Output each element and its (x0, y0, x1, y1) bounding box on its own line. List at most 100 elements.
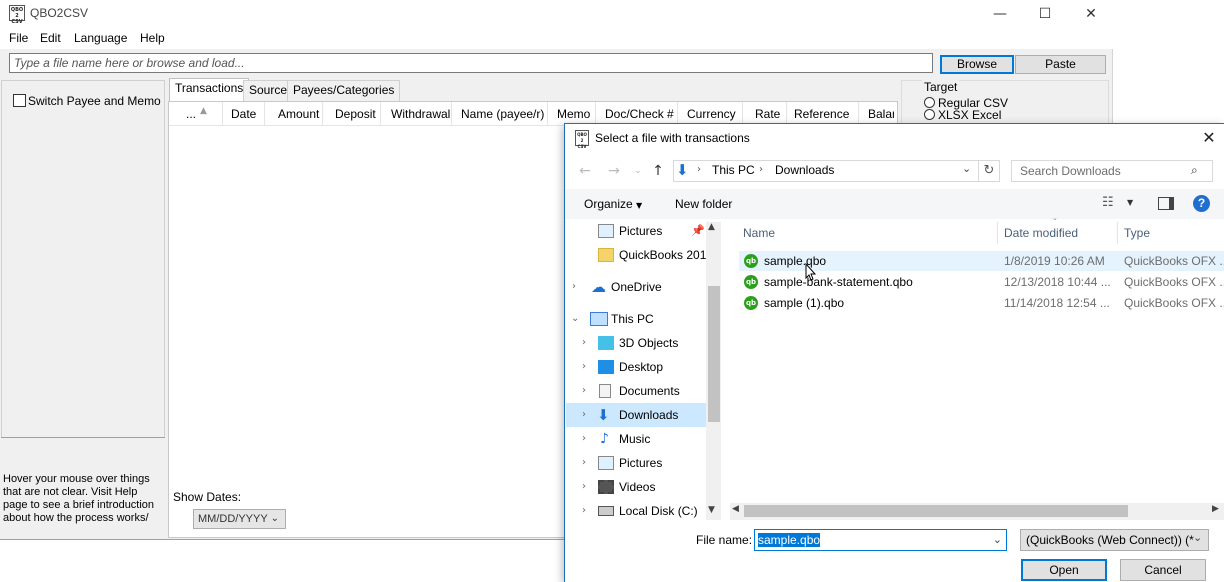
address-dropdown-icon[interactable]: ⌄ (962, 162, 971, 175)
expand-chevron-icon[interactable]: › (582, 499, 586, 520)
nav-item-videos[interactable]: › Videos (566, 475, 706, 499)
expand-chevron-icon[interactable]: › (582, 475, 586, 499)
h-scroll-thumb[interactable] (744, 505, 1128, 517)
menu-file[interactable]: File (9, 31, 28, 45)
expand-chevron-icon[interactable]: › (582, 451, 586, 475)
search-input[interactable]: Search Downloads (1011, 160, 1213, 182)
nav-item-onedrive[interactable]: › ☁ OneDrive (566, 275, 706, 299)
scroll-left-icon[interactable]: ◀ (732, 504, 739, 514)
column-header-currency[interactable]: Currency (687, 107, 736, 121)
menu-language[interactable]: Language (74, 31, 127, 45)
nav-item-documents[interactable]: › Documents (566, 379, 706, 403)
up-arrow-icon[interactable]: ↑ (648, 161, 668, 181)
scroll-right-icon[interactable]: ▶ (1212, 504, 1219, 514)
qbo-file-icon: qb (744, 296, 758, 310)
file-type-filter-select[interactable]: (QuickBooks (Web Connect)) (* (1020, 529, 1209, 551)
chevron-down-icon[interactable]: ⌄ (993, 530, 1002, 550)
help-icon[interactable]: ? (1193, 195, 1210, 212)
menu-help[interactable]: Help (140, 31, 165, 45)
tab-source[interactable]: Source (243, 80, 294, 101)
tab-transactions[interactable]: Transactions (169, 78, 250, 102)
cloud-icon: ☁ (591, 278, 606, 296)
xlsx-excel-radio[interactable] (924, 109, 935, 120)
nav-item-label: This PC (611, 312, 654, 326)
column-header-select[interactable]: ... (186, 107, 196, 121)
column-header-date[interactable]: Date (231, 107, 256, 121)
nav-item-music[interactable]: › ♪ Music (566, 427, 706, 451)
minimize-button[interactable]: — (977, 0, 1023, 28)
date-format-value: MM/DD/YYYY (198, 513, 268, 525)
preview-pane-icon[interactable] (1158, 197, 1174, 210)
column-header-reference[interactable]: Reference (794, 107, 849, 121)
new-folder-button[interactable]: New folder (675, 197, 732, 211)
file-name: sample-bank-statement.qbo (764, 275, 913, 289)
regular-csv-radio[interactable] (924, 97, 935, 108)
nav-item-local-disk[interactable]: › Local Disk (C:) (566, 499, 706, 520)
mouse-cursor-icon (805, 263, 817, 281)
switch-payee-memo-label: Switch Payee and Memo (28, 94, 161, 108)
column-header-memo[interactable]: Memo (557, 107, 590, 121)
column-header-date-modified[interactable]: Date modified (1004, 226, 1078, 240)
recent-locations-chevron-icon[interactable]: ⌄ (628, 161, 648, 181)
menu-edit[interactable]: Edit (40, 31, 61, 45)
cancel-button[interactable]: Cancel (1120, 559, 1206, 581)
breadcrumb-downloads[interactable]: Downloads (775, 163, 834, 177)
view-options-icon[interactable]: ☷ (1102, 195, 1114, 210)
nav-item-label: Desktop (619, 360, 664, 374)
column-header-withdrawal[interactable]: Withdrawal (391, 107, 450, 121)
open-button[interactable]: Open (1021, 559, 1107, 581)
column-header-doc-check[interactable]: Doc/Check # (605, 107, 674, 121)
scroll-up-icon[interactable]: ▲ (708, 222, 715, 232)
disk-icon (598, 506, 614, 516)
column-header-type[interactable]: Type (1124, 226, 1150, 240)
column-header-amount[interactable]: Amount (278, 107, 319, 121)
nav-item-downloads[interactable]: › ⬇ Downloads (566, 403, 706, 427)
expand-chevron-icon[interactable]: › (572, 275, 576, 299)
nav-item-quickbooks[interactable]: QuickBooks 2018 (566, 243, 706, 267)
caret-down-icon[interactable]: ▼ (1127, 198, 1133, 207)
file-date: 1/8/2019 10:26 AM (1004, 254, 1105, 268)
scroll-down-icon[interactable]: ▼ (708, 505, 715, 515)
collapse-chevron-icon[interactable]: ⌄ (571, 307, 579, 331)
back-arrow-icon[interactable]: ← (575, 161, 595, 181)
column-header-balance[interactable]: Balar (868, 107, 894, 121)
dialog-close-button[interactable]: ✕ (1198, 127, 1220, 149)
paste-button[interactable]: Paste (1015, 55, 1106, 74)
nav-item-desktop[interactable]: › Desktop (566, 355, 706, 379)
nav-item-label: Downloads (619, 408, 679, 422)
nav-item-pictures[interactable]: › Pictures (566, 451, 706, 475)
nav-item-this-pc[interactable]: ⌄ This PC (566, 307, 706, 331)
column-divider (380, 102, 381, 126)
forward-arrow-icon[interactable]: → (604, 161, 624, 181)
column-header-name[interactable]: Name (payee/r) (461, 107, 544, 121)
breadcrumb-this-pc[interactable]: This PC (712, 163, 755, 177)
column-header-name[interactable]: Name (743, 226, 775, 240)
expand-chevron-icon[interactable]: › (582, 331, 586, 355)
tab-payees-categories[interactable]: Payees/Categories (287, 80, 401, 101)
desktop-icon (598, 360, 614, 374)
browse-button[interactable]: Browse (940, 55, 1014, 74)
file-row[interactable]: qb sample (1).qbo 11/14/2018 12:54 ... Q… (739, 293, 1224, 313)
sort-indicator-icon: ⌄ (1052, 214, 1058, 222)
close-button[interactable]: ✕ (1068, 0, 1114, 28)
organize-label: Organize (584, 197, 633, 211)
refresh-icon[interactable]: ↻ (979, 160, 1000, 182)
chevron-down-icon[interactable]: ⌄ (1193, 531, 1202, 544)
nav-item-3d-objects[interactable]: › 3D Objects (566, 331, 706, 355)
file-name-input[interactable]: sample.qbo ⌄ (754, 529, 1007, 551)
expand-chevron-icon[interactable]: › (582, 379, 586, 403)
file-name-value: sample.qbo (758, 533, 821, 547)
expand-chevron-icon[interactable]: › (582, 355, 586, 379)
switch-payee-memo-checkbox[interactable] (13, 94, 26, 107)
maximize-button[interactable]: ☐ (1022, 0, 1068, 28)
file-path-input[interactable]: Type a file name here or browse and load… (9, 53, 933, 73)
column-divider (222, 102, 223, 126)
organize-button[interactable]: Organize ▼ (584, 197, 642, 211)
expand-chevron-icon[interactable]: › (582, 403, 586, 427)
column-header-deposit[interactable]: Deposit (335, 107, 376, 121)
column-header-rate[interactable]: Rate (755, 107, 780, 121)
nav-item-pictures-quick[interactable]: Pictures 📌 (566, 219, 706, 243)
expand-chevron-icon[interactable]: › (582, 427, 586, 451)
date-format-select[interactable]: MM/DD/YYYY ⌄ (193, 509, 286, 529)
nav-scroll-thumb[interactable] (708, 286, 720, 422)
